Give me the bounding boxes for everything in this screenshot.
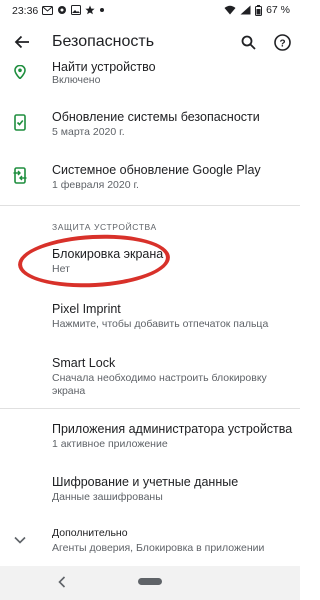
item-subtitle: Нажмите, чтобы добавить отпечаток пальца — [52, 318, 269, 330]
item-title: Smart Lock — [52, 356, 116, 370]
signal-icon — [240, 5, 251, 15]
dot-icon — [100, 8, 104, 12]
search-icon — [241, 35, 256, 50]
security-update-item[interactable]: Обновление системы безопасности 5 марта … — [0, 104, 300, 148]
status-bar: 23:36 67 % — [0, 0, 300, 22]
battery-icon — [255, 4, 263, 16]
arrow-left-icon — [14, 35, 29, 49]
phone-check-icon — [10, 112, 30, 132]
phone-update-icon — [10, 165, 30, 185]
item-title: Приложения администратора устройства — [52, 422, 293, 436]
app-bar: Безопасность ? — [0, 22, 300, 62]
item-subtitle: 5 марта 2020 г. — [52, 126, 125, 138]
item-subtitle: 1 активное приложение — [52, 438, 168, 450]
divider — [0, 205, 300, 206]
home-pill[interactable] — [138, 578, 162, 585]
navigation-bar — [0, 566, 300, 600]
item-title: Обновление системы безопасности — [52, 110, 260, 124]
item-title: Pixel Imprint — [52, 302, 121, 316]
photo-icon — [71, 5, 81, 15]
status-time: 23:36 — [12, 5, 39, 17]
item-subtitle: Сначала необходимо настроить блокировку … — [52, 372, 267, 397]
help-icon: ? — [273, 33, 291, 51]
pixel-imprint-item[interactable]: Pixel Imprint Нажмите, чтобы добавить от… — [0, 300, 300, 334]
wifi-icon — [224, 5, 236, 15]
item-title: Системное обновление Google Play — [52, 163, 261, 177]
advanced-item[interactable]: Дополнительно Агенты доверия, Блокировка… — [0, 522, 300, 556]
help-button[interactable]: ? — [270, 30, 294, 54]
item-title: Шифрование и учетные данные — [52, 475, 239, 489]
play-system-update-item[interactable]: Системное обновление Google Play 1 февра… — [0, 157, 300, 201]
mail-icon — [42, 5, 53, 15]
highlight-circle — [16, 231, 172, 291]
item-subtitle: Включено — [52, 74, 101, 86]
star-icon — [85, 5, 95, 15]
back-button[interactable] — [10, 30, 34, 54]
settings-icon — [58, 6, 66, 14]
section-header: ЗАЩИТА УСТРОЙСТВА — [52, 222, 157, 232]
battery-percent: 67 % — [266, 4, 290, 16]
notification-icons — [42, 5, 105, 15]
find-device-item[interactable]: Найти устройство Включено — [0, 60, 300, 94]
nav-back-button[interactable] — [58, 575, 66, 591]
page-title: Безопасность — [52, 33, 155, 50]
svg-text:?: ? — [279, 38, 285, 49]
smart-lock-item[interactable]: Smart Lock Сначала необходимо настроить … — [0, 352, 300, 397]
item-subtitle: 1 февраля 2020 г. — [52, 179, 139, 191]
location-pin-icon — [10, 62, 30, 82]
divider — [0, 408, 300, 409]
chevron-down-icon — [10, 530, 30, 550]
advanced-title: Дополнительно — [52, 527, 128, 539]
encryption-item[interactable]: Шифрование и учетные данные Данные зашиф… — [0, 470, 300, 504]
item-subtitle: Данные зашифрованы — [52, 491, 163, 503]
system-status: 67 % — [224, 4, 290, 16]
device-admin-item[interactable]: Приложения администратора устройства 1 а… — [0, 418, 300, 452]
item-title: Найти устройство — [52, 60, 156, 74]
chevron-left-icon — [58, 576, 66, 588]
advanced-subtitle: Агенты доверия, Блокировка в приложении — [52, 542, 265, 554]
search-button[interactable] — [236, 30, 260, 54]
